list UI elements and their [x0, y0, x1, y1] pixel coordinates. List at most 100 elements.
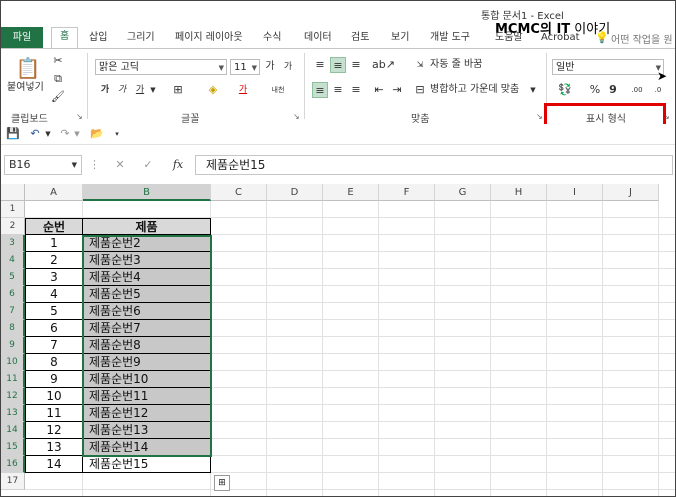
- table-cell-number[interactable]: 6: [25, 320, 83, 337]
- table-cell-number[interactable]: 7: [25, 337, 83, 354]
- table-cell-product[interactable]: 제품순번13: [83, 422, 211, 439]
- column-header-d[interactable]: D: [267, 184, 323, 201]
- comma-style-button[interactable]: 9: [607, 82, 619, 98]
- select-all-corner[interactable]: [1, 184, 25, 201]
- align-middle-icon[interactable]: ≡: [330, 57, 346, 73]
- wrap-text-button[interactable]: 자동 줄 바꿈: [430, 57, 482, 73]
- decrease-decimal-button[interactable]: .0: [649, 82, 667, 98]
- worksheet-grid[interactable]: ABCDEFGHIJ 1 2 3 4 5 6 7 8 9 10 11 12 13 14 15 16 17 순번 …: [1, 184, 675, 496]
- clipboard-launcher-icon[interactable]: ↘: [76, 112, 83, 121]
- header-cell-product[interactable]: 제품: [83, 218, 211, 235]
- column-header-g[interactable]: G: [435, 184, 491, 201]
- increase-font-icon[interactable]: 가: [263, 59, 277, 75]
- table-cell-number[interactable]: 8: [25, 354, 83, 371]
- row-header-10[interactable]: 10: [1, 354, 25, 371]
- column-header-i[interactable]: I: [547, 184, 603, 201]
- cut-icon[interactable]: ✂: [51, 53, 65, 69]
- align-bottom-icon[interactable]: ≡: [348, 57, 364, 73]
- italic-button[interactable]: 가: [115, 82, 129, 98]
- customize-qat-icon[interactable]: ▾: [113, 126, 121, 142]
- chevron-down-icon[interactable]: ▼: [44, 126, 52, 142]
- table-cell-number[interactable]: 5: [25, 303, 83, 320]
- merge-center-icon[interactable]: ⊟: [413, 82, 427, 98]
- table-cell-product[interactable]: 제품순번6: [83, 303, 211, 320]
- percent-button[interactable]: %: [589, 82, 601, 98]
- row-header-2[interactable]: 2: [1, 218, 25, 235]
- quick-analysis-icon[interactable]: ⊞: [214, 475, 230, 491]
- paste-label[interactable]: 붙여넣기: [7, 80, 44, 96]
- orientation-icon[interactable]: ab↗: [372, 57, 395, 73]
- table-cell-product[interactable]: 제품순번8: [83, 337, 211, 354]
- tell-me-box[interactable]: 어떤 작업을 원: [611, 31, 673, 46]
- row-header-15[interactable]: 15: [1, 439, 25, 456]
- alignment-launcher-icon[interactable]: ↘: [536, 112, 543, 121]
- lightbulb-icon[interactable]: 💡: [595, 31, 609, 44]
- column-header-j[interactable]: J: [603, 184, 659, 201]
- table-cell-number[interactable]: 13: [25, 439, 83, 456]
- decrease-font-icon[interactable]: 가: [281, 59, 295, 75]
- redo-icon[interactable]: ↷: [58, 126, 72, 142]
- table-cell-product[interactable]: 제품순번10: [83, 371, 211, 388]
- table-cell-product[interactable]: 제품순번3: [83, 252, 211, 269]
- table-cell-product[interactable]: 제품순번4: [83, 269, 211, 286]
- decrease-indent-icon[interactable]: ⇤: [372, 82, 386, 98]
- tab-help[interactable]: 도움말: [495, 29, 523, 47]
- tab-developer[interactable]: 개발 도구: [430, 29, 470, 47]
- row-header-4[interactable]: 4: [1, 252, 25, 269]
- tab-view[interactable]: 보기: [391, 29, 409, 47]
- tab-data[interactable]: 데이터: [304, 29, 332, 47]
- tab-formulas[interactable]: 수식: [263, 29, 281, 47]
- accounting-format-icon[interactable]: 💱: [557, 82, 573, 98]
- format-painter-icon[interactable]: 🖌: [51, 89, 65, 105]
- column-header-e[interactable]: E: [323, 184, 379, 201]
- row-header-9[interactable]: 9: [1, 337, 25, 354]
- table-cell-number[interactable]: 2: [25, 252, 83, 269]
- row-header-13[interactable]: 13: [1, 405, 25, 422]
- table-cell-number[interactable]: 3: [25, 269, 83, 286]
- row-header-11[interactable]: 11: [1, 371, 25, 388]
- underline-button[interactable]: 가: [133, 82, 147, 98]
- enter-icon[interactable]: ✓: [141, 157, 155, 173]
- save-icon[interactable]: 💾: [6, 126, 20, 142]
- insert-function-icon[interactable]: fx: [169, 157, 187, 173]
- table-cell-number[interactable]: 1: [25, 235, 83, 252]
- table-cell-product[interactable]: 제품순번5: [83, 286, 211, 303]
- table-cell-product[interactable]: 제품순번12: [83, 405, 211, 422]
- column-header-f[interactable]: F: [379, 184, 435, 201]
- cancel-icon[interactable]: ✕: [113, 157, 127, 173]
- paste-icon[interactable]: 📋: [15, 55, 41, 81]
- table-cell-product[interactable]: 제품순번11: [83, 388, 211, 405]
- table-cell-number[interactable]: 9: [25, 371, 83, 388]
- tab-draw[interactable]: 그리기: [127, 29, 155, 47]
- font-color-button[interactable]: 가: [236, 82, 250, 98]
- chevron-down-icon[interactable]: ▼: [149, 82, 157, 98]
- tab-page-layout[interactable]: 페이지 레이아웃: [175, 29, 243, 47]
- font-launcher-icon[interactable]: ↘: [293, 112, 300, 121]
- column-header-b[interactable]: B: [83, 184, 211, 201]
- increase-indent-icon[interactable]: ⇥: [390, 82, 404, 98]
- font-name-select[interactable]: 맑은 고딕 ▼: [95, 59, 227, 75]
- fill-color-icon[interactable]: ◈: [206, 82, 220, 98]
- merge-center-button[interactable]: 병합하고 가운데 맞춤: [430, 82, 519, 98]
- chevron-down-icon[interactable]: ▼: [529, 82, 537, 98]
- header-cell-number[interactable]: 순번: [25, 218, 83, 235]
- font-size-select[interactable]: 11 ▼: [230, 59, 260, 75]
- open-folder-icon[interactable]: 📂: [89, 126, 105, 142]
- align-right-icon[interactable]: ≡: [348, 82, 364, 98]
- borders-icon[interactable]: ⊞: [171, 82, 185, 98]
- table-cell-number[interactable]: 4: [25, 286, 83, 303]
- table-cell-product[interactable]: 제품순번2: [83, 235, 211, 252]
- copy-icon[interactable]: ⧉: [51, 71, 65, 87]
- row-header-3[interactable]: 3: [1, 235, 25, 252]
- tab-insert[interactable]: 삽입: [89, 29, 107, 47]
- row-header-16[interactable]: 16: [1, 456, 25, 473]
- column-header-a[interactable]: A: [25, 184, 83, 201]
- table-cell-number[interactable]: 11: [25, 405, 83, 422]
- row-header-14[interactable]: 14: [1, 422, 25, 439]
- align-top-icon[interactable]: ≡: [312, 57, 328, 73]
- table-cell-product[interactable]: 제품순번15: [83, 456, 211, 473]
- tab-home[interactable]: 홈: [51, 27, 79, 49]
- row-header-6[interactable]: 6: [1, 286, 25, 303]
- undo-icon[interactable]: ↶: [28, 126, 42, 142]
- align-center-icon[interactable]: ≡: [330, 82, 346, 98]
